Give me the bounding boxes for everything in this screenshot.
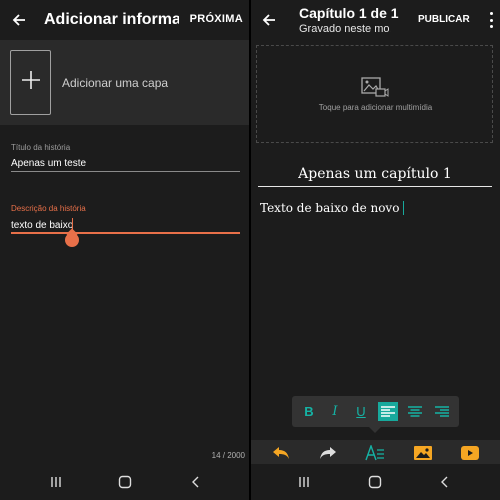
- next-button[interactable]: PRÓXIMA: [190, 13, 243, 25]
- media-icon: [361, 77, 389, 104]
- story-description-label: Descrição da história: [11, 204, 86, 213]
- align-center-icon[interactable]: [405, 402, 425, 421]
- editor-toolbar: [251, 440, 500, 466]
- add-cover-section[interactable]: Adicionar uma capa: [0, 40, 249, 125]
- cursor-handle[interactable]: [65, 233, 79, 247]
- undo-icon[interactable]: [271, 444, 291, 462]
- system-nav-bar: [0, 464, 249, 500]
- text-format-icon[interactable]: [365, 444, 385, 462]
- story-description-input[interactable]: texto de baixo: [11, 220, 73, 231]
- add-cover-label: Adicionar uma capa: [62, 76, 169, 90]
- chapter-title-underline: [258, 186, 492, 187]
- story-info-screen: Adicionar informaç… PRÓXIMA Adicionar um…: [0, 0, 249, 500]
- chapter-title-input[interactable]: Apenas um capítulo 1: [258, 166, 492, 182]
- chapter-body-editor[interactable]: Texto de baixo de novo: [260, 201, 405, 215]
- chapter-body-text: Texto de baixo de novo: [260, 201, 400, 215]
- align-left-icon[interactable]: [378, 402, 398, 421]
- back-icon[interactable]: [186, 474, 206, 490]
- system-nav-bar: [251, 464, 500, 500]
- insert-video-icon[interactable]: [460, 444, 480, 462]
- top-app-bar: Capítulo 1 de 1 Gravado neste mo… PUBLIC…: [251, 0, 500, 40]
- recents-icon[interactable]: [46, 474, 66, 490]
- insert-image-icon[interactable]: [413, 444, 433, 462]
- story-title-input[interactable]: Apenas um teste: [11, 158, 86, 169]
- align-right-icon[interactable]: [432, 402, 452, 421]
- story-description-underline: [11, 232, 240, 234]
- chapter-editor-screen: Capítulo 1 de 1 Gravado neste mo… PUBLIC…: [251, 0, 500, 500]
- home-icon[interactable]: [365, 474, 385, 490]
- bold-button[interactable]: B: [299, 402, 319, 421]
- character-counter: 14 / 2000: [211, 451, 245, 460]
- redo-icon[interactable]: [318, 444, 338, 462]
- add-media-label: Toque para adicionar multimídia: [318, 103, 433, 112]
- back-arrow-icon[interactable]: [251, 0, 287, 40]
- home-icon[interactable]: [115, 474, 135, 490]
- underline-button[interactable]: U: [351, 402, 371, 421]
- back-arrow-icon[interactable]: [0, 0, 38, 40]
- recents-icon[interactable]: [294, 474, 314, 490]
- back-icon[interactable]: [435, 474, 455, 490]
- format-toolbar: B I U: [292, 396, 459, 433]
- italic-button[interactable]: I: [325, 402, 345, 421]
- add-cover-button[interactable]: [10, 50, 51, 115]
- top-app-bar: Adicionar informaç… PRÓXIMA: [0, 0, 249, 40]
- save-status: Gravado neste mo…: [299, 23, 391, 35]
- story-title-label: Título da história: [11, 143, 71, 152]
- chapter-title-header: Capítulo 1 de 1: [299, 5, 399, 21]
- add-media-area[interactable]: Toque para adicionar multimídia: [256, 45, 493, 143]
- text-cursor: [403, 201, 405, 215]
- page-title: Adicionar informaç…: [44, 11, 179, 28]
- story-title-underline: [11, 171, 240, 172]
- more-options-icon[interactable]: [486, 12, 496, 28]
- publish-button[interactable]: PUBLICAR: [418, 14, 470, 25]
- plus-icon: [21, 70, 41, 95]
